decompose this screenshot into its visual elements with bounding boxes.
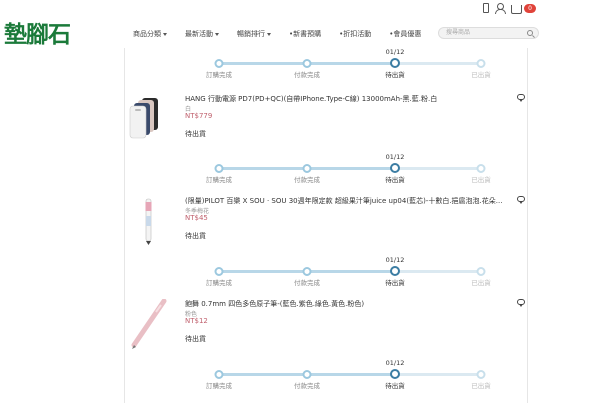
order-status: 待出貨 <box>185 335 206 343</box>
tracker-step-label: 訂購完成 <box>206 176 232 184</box>
tracker-step-label: 訂購完成 <box>206 382 232 390</box>
tracker-step-dot <box>476 370 486 379</box>
product-price: NT$45 <box>185 214 208 222</box>
tracker-step-dot <box>302 59 312 68</box>
tracker-step-label: 待出貨 <box>385 382 405 390</box>
tracker-step-label: 待出貨 <box>385 71 405 79</box>
tracker-step-dot <box>302 370 312 379</box>
chat-icon[interactable] <box>517 196 525 204</box>
order-item[interactable]: (限量)PILOT 百樂 X SOU · SOU 30週年限定款 超級果汁筆ju… <box>128 196 528 246</box>
tracker-step-label: 付款完成 <box>294 382 320 390</box>
tracker-step-label: 訂購完成 <box>206 71 232 79</box>
order-progress-tracker: 01/12 訂購完成 付款完成 待出貨 已出貨 <box>206 48 491 79</box>
search-placeholder: 搜尋商品 <box>446 29 471 36</box>
tracker-step-dot <box>302 164 312 173</box>
nav-item-label: 商品分類 <box>133 30 161 38</box>
tracker-step-label: 已出貨 <box>471 382 491 390</box>
product-price: NT$779 <box>185 112 213 120</box>
search-input[interactable]: 搜尋商品 <box>438 27 539 39</box>
tracker-step-label: 已出貨 <box>471 176 491 184</box>
tracker-step-label: 待出貨 <box>385 279 405 287</box>
tracker-step-dot <box>476 59 486 68</box>
nav-item-4[interactable]: •折扣活動 <box>339 29 371 39</box>
nav-item-1[interactable]: 最新活動 <box>185 29 219 39</box>
tracker-date: 01/12 <box>385 48 405 56</box>
tracker-step-dot <box>302 267 312 276</box>
cart-icon[interactable] <box>511 4 523 14</box>
phone-icon[interactable] <box>483 3 490 13</box>
product-thumbnail[interactable] <box>128 94 168 144</box>
chevron-down-icon <box>267 32 271 36</box>
order-status: 待出貨 <box>185 232 206 240</box>
tracker-step-dot <box>476 164 486 173</box>
tracker-step-dot <box>214 164 224 173</box>
user-icon[interactable] <box>495 3 507 14</box>
order-status: 待出貨 <box>185 130 206 138</box>
product-title[interactable]: 飽舞 0.7mm 四色多色原子筆-(藍色.紫色.綠色.黃色.粉色) <box>185 299 515 309</box>
tracker-step-dot <box>214 267 224 276</box>
nav-item-label: 最新活動 <box>185 30 213 38</box>
nav-item-label: 暢銷排行 <box>237 30 265 38</box>
order-item[interactable]: 飽舞 0.7mm 四色多色原子筆-(藍色.紫色.綠色.黃色.粉色) 粉色 NT$12… <box>128 298 528 349</box>
search-icon[interactable] <box>527 30 533 36</box>
tracker-step-dot <box>476 267 486 276</box>
tracker-step-dot <box>214 59 224 68</box>
nav-item-label: •折扣活動 <box>339 30 372 38</box>
tracker-step-label: 已出貨 <box>471 279 491 287</box>
tracker-step-label: 已出貨 <box>471 71 491 79</box>
chat-icon[interactable] <box>517 94 525 102</box>
tracker-step-dot <box>214 370 224 379</box>
nav-item-0[interactable]: 商品分類 <box>133 29 167 39</box>
tracker-step-dot <box>390 369 400 379</box>
tracker-step-dot <box>390 58 400 68</box>
chevron-down-icon <box>215 32 219 36</box>
product-title[interactable]: HANG 行動電源 PD7(PD+QC)(自帶IPhone.Type-C線) 1… <box>185 94 515 104</box>
order-progress-tracker: 01/12 訂購完成 付款完成 待出貨 已出貨 <box>206 153 491 184</box>
order-progress-tracker: 01/12 訂購完成 付款完成 待出貨 已出貨 <box>206 359 491 390</box>
tracker-date: 01/12 <box>385 359 405 367</box>
order-item[interactable]: HANG 行動電源 PD7(PD+QC)(自帶IPhone.Type-C線) 1… <box>128 94 528 144</box>
nav-item-label: •新書預購 <box>289 30 322 38</box>
tracker-step-dot <box>390 163 400 173</box>
nav-item-label: •會員優惠 <box>389 30 422 38</box>
tracker-step-label: 訂購完成 <box>206 279 232 287</box>
product-thumbnail[interactable] <box>128 298 168 349</box>
product-price: NT$12 <box>185 317 208 325</box>
nav-item-3[interactable]: •新書預購 <box>289 29 321 39</box>
tracker-step-label: 付款完成 <box>294 176 320 184</box>
nav-item-5[interactable]: •會員優惠 <box>389 29 421 39</box>
product-thumbnail[interactable] <box>128 196 168 246</box>
product-title[interactable]: (限量)PILOT 百樂 X SOU · SOU 30週年限定款 超級果汁筆ju… <box>185 196 515 206</box>
tracker-step-label: 待出貨 <box>385 176 405 184</box>
chevron-down-icon <box>163 32 167 36</box>
order-progress-tracker: 01/12 訂購完成 付款完成 待出貨 已出貨 <box>206 256 491 287</box>
tracker-step-label: 付款完成 <box>294 71 320 79</box>
tracker-step-label: 付款完成 <box>294 279 320 287</box>
nav-item-2[interactable]: 暢銷排行 <box>237 29 271 39</box>
tracker-date: 01/12 <box>385 153 405 161</box>
tracker-date: 01/12 <box>385 256 405 264</box>
site-logo[interactable]: 墊腳石 <box>4 15 71 49</box>
chat-icon[interactable] <box>517 299 525 307</box>
header-icons: 0 <box>483 3 536 14</box>
cart-count-badge: 0 <box>524 3 536 13</box>
tracker-step-dot <box>390 266 400 276</box>
